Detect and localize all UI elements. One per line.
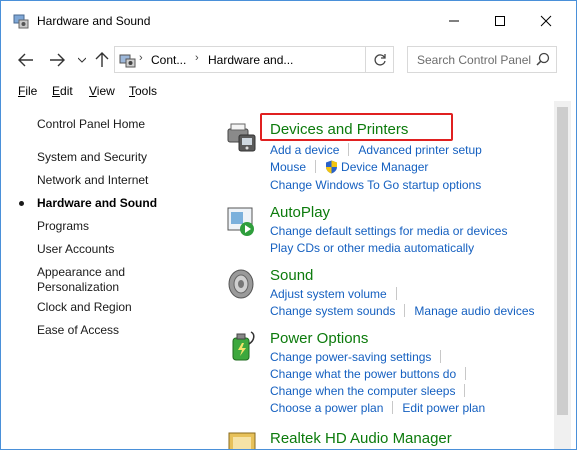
category-title-devices-and-printers[interactable]: Devices and Printers <box>270 121 408 138</box>
navigation-bar: › Cont... › Hardware and... Search Contr… <box>1 41 576 79</box>
arrow-right-icon <box>50 53 65 67</box>
control-panel-small-icon <box>119 52 137 68</box>
link-change-default-settings-for-media[interactable]: Change default settings for media or dev… <box>270 224 507 238</box>
sidebar-item-control-panel-home[interactable]: Control Panel Home <box>37 117 145 132</box>
link-separator <box>348 143 350 156</box>
menu-view[interactable]: View <box>89 84 115 98</box>
link-separator <box>404 304 406 317</box>
sidebar-item-clock-and-region[interactable]: Clock and Region <box>37 300 132 315</box>
close-button[interactable] <box>523 1 569 41</box>
sidebar-item-user-accounts[interactable]: User Accounts <box>37 242 114 257</box>
speaker-icon <box>225 267 261 303</box>
link-row: Play CDs or other media automatically <box>270 241 474 257</box>
link-device-manager[interactable]: Device Manager <box>341 160 428 174</box>
link-advanced-printer-setup[interactable]: Advanced printer setup <box>358 143 481 157</box>
link-add-a-device[interactable]: Add a device <box>270 143 339 157</box>
link-change-system-sounds[interactable]: Change system sounds <box>270 304 395 318</box>
sidebar-item-system-and-security[interactable]: System and Security <box>37 150 147 165</box>
menu-tools[interactable]: Tools <box>129 84 157 98</box>
search-placeholder: Search Control Panel <box>417 53 532 67</box>
search-icon[interactable] <box>536 52 550 69</box>
link-row: Change Windows To Go startup options <box>270 178 481 194</box>
menu-edit[interactable]: Edit <box>52 84 73 98</box>
back-button[interactable] <box>15 50 37 70</box>
printer-icon <box>225 121 261 157</box>
minimize-button[interactable] <box>431 1 477 41</box>
forward-button[interactable] <box>46 50 68 70</box>
left-navigation-pane: Control Panel Home System and Security N… <box>1 101 211 449</box>
link-row: Change what the power buttons do <box>270 367 475 383</box>
link-separator <box>392 401 394 414</box>
category-title-power-options[interactable]: Power Options <box>270 330 368 347</box>
control-panel-window: Hardware and Sound › Cont... › Hardware … <box>0 0 577 450</box>
link-change-windows-to-go-startup-options[interactable]: Change Windows To Go startup options <box>270 178 481 192</box>
link-separator <box>315 160 317 173</box>
link-separator <box>440 350 442 363</box>
vertical-scrollbar[interactable] <box>554 101 571 449</box>
breadcrumb-separator-icon: › <box>139 52 143 64</box>
maximize-button[interactable] <box>477 1 523 41</box>
arrow-up-icon <box>95 52 109 67</box>
recent-locations-dropdown[interactable] <box>75 50 89 70</box>
title-bar: Hardware and Sound <box>1 1 576 41</box>
up-button[interactable] <box>91 50 113 70</box>
control-panel-app-icon <box>13 13 29 29</box>
link-row: Choose a power plan Edit power plan <box>270 401 485 417</box>
breadcrumb-separator-icon: › <box>195 52 199 64</box>
sidebar-item-ease-of-access[interactable]: Ease of Access <box>37 323 119 338</box>
link-row: Adjust system volume <box>270 287 406 303</box>
category-title-autoplay[interactable]: AutoPlay <box>270 204 330 221</box>
link-edit-power-plan[interactable]: Edit power plan <box>402 401 485 415</box>
link-row: Change power-saving settings <box>270 350 450 366</box>
scrollbar-thumb[interactable] <box>557 107 568 415</box>
link-row: Change system sounds Manage audio devices <box>270 304 535 320</box>
link-separator <box>464 384 466 397</box>
link-adjust-system-volume[interactable]: Adjust system volume <box>270 287 387 301</box>
link-change-when-computer-sleeps[interactable]: Change when the computer sleeps <box>270 384 455 398</box>
address-bar[interactable]: › Cont... › Hardware and... <box>114 46 451 73</box>
window-title: Hardware and Sound <box>37 14 151 28</box>
arrow-left-icon <box>18 53 33 67</box>
menu-file[interactable]: File <box>18 84 37 98</box>
link-row: Change default settings for media or dev… <box>270 224 507 240</box>
uac-shield-icon <box>325 160 338 177</box>
sidebar-item-programs[interactable]: Programs <box>37 219 89 234</box>
link-separator <box>465 367 467 380</box>
autoplay-icon <box>225 204 261 240</box>
link-change-power-buttons[interactable]: Change what the power buttons do <box>270 367 456 381</box>
link-play-cds-automatically[interactable]: Play CDs or other media automatically <box>270 241 474 255</box>
current-page-bullet <box>19 201 24 206</box>
chevron-down-icon <box>78 57 86 63</box>
link-separator <box>395 287 397 300</box>
link-manage-audio-devices[interactable]: Manage audio devices <box>414 304 534 318</box>
sidebar-item-hardware-and-sound: Hardware and Sound <box>37 196 158 210</box>
sidebar-item-appearance-line2[interactable]: Personalization <box>37 280 119 295</box>
breadcrumb-control-panel[interactable]: Cont... <box>151 53 186 67</box>
link-row: Change when the computer sleeps <box>270 384 474 400</box>
refresh-icon <box>373 53 386 66</box>
link-choose-a-power-plan[interactable]: Choose a power plan <box>270 401 383 415</box>
menu-bar: File Edit View Tools <box>1 81 576 101</box>
link-mouse[interactable]: Mouse <box>270 160 306 174</box>
sidebar-item-appearance-line1[interactable]: Appearance and <box>37 265 125 280</box>
link-row: Mouse Device Manager <box>270 160 428 176</box>
link-change-power-saving-settings[interactable]: Change power-saving settings <box>270 350 431 364</box>
link-row: Add a device Advanced printer setup <box>270 143 482 159</box>
realtek-icon <box>225 430 261 449</box>
battery-icon <box>225 330 261 366</box>
breadcrumb-hardware-and-sound[interactable]: Hardware and... <box>208 53 293 67</box>
search-input[interactable]: Search Control Panel <box>407 46 557 73</box>
category-title-sound[interactable]: Sound <box>270 267 313 284</box>
sidebar-item-network-and-internet[interactable]: Network and Internet <box>37 173 148 188</box>
refresh-button[interactable] <box>366 46 394 73</box>
category-list: Devices and Printers Add a device Advance… <box>221 101 556 449</box>
category-title-realtek[interactable]: Realtek HD Audio Manager <box>270 430 452 447</box>
